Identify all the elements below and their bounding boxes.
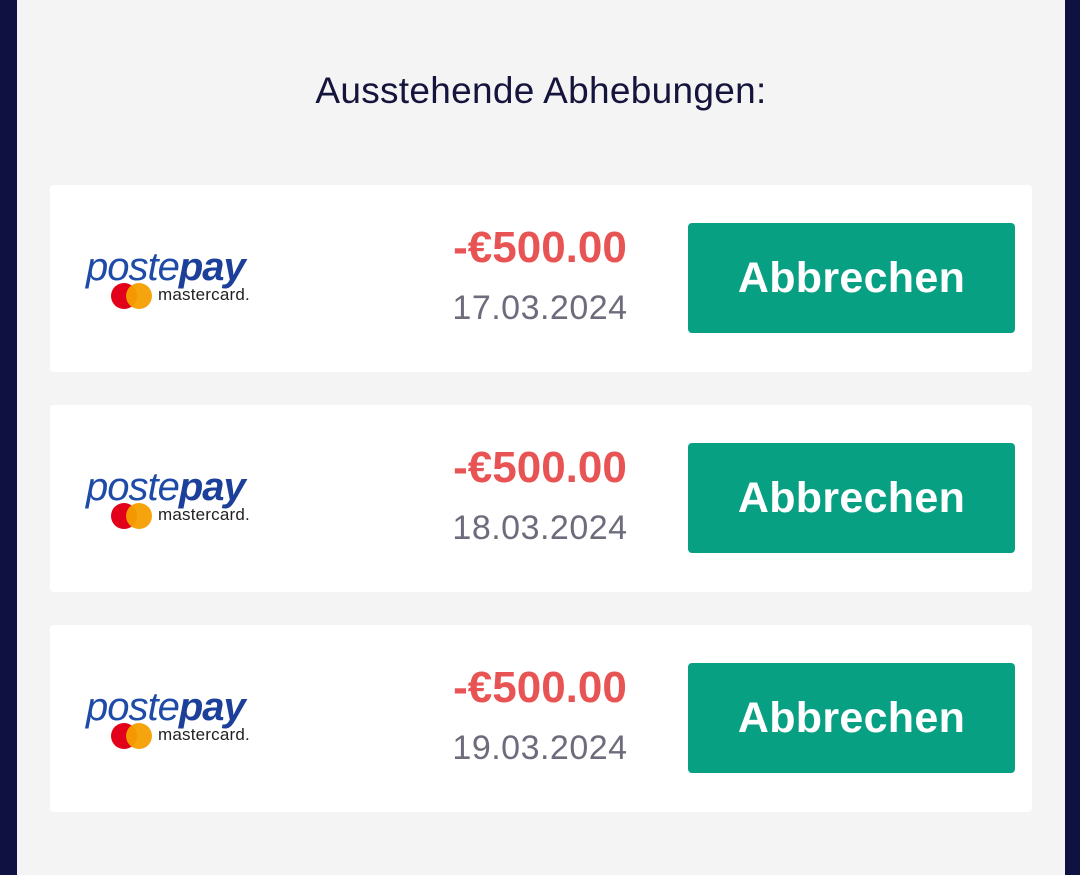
postepay-wordmark: postepay (86, 685, 246, 729)
withdrawal-amount: -€500.00 (453, 663, 627, 712)
mastercard-circles-icon (111, 283, 153, 309)
page-title: Ausstehende Abhebungen: (315, 70, 767, 111)
mastercard-circles-icon (111, 503, 153, 529)
postepay-wordmark: postepay (86, 465, 246, 509)
postepay-mastercard-logo: postepay mastercard. (86, 465, 286, 535)
withdrawal-date: 17.03.2024 (452, 289, 628, 327)
withdrawal-date: 18.03.2024 (452, 509, 628, 547)
logo-word-pay: pay (178, 465, 246, 509)
cancel-button[interactable]: Abbrechen (688, 223, 1015, 333)
withdrawal-item: postepay mastercard. -€500.00 18.03.2024… (50, 405, 1032, 592)
withdrawal-amount: -€500.00 (453, 223, 627, 272)
withdrawal-amount: -€500.00 (453, 443, 627, 492)
cancel-button[interactable]: Abbrechen (688, 443, 1015, 553)
withdrawal-item: postepay mastercard. -€500.00 17.03.2024… (50, 185, 1032, 372)
logo-word-pay: pay (178, 245, 246, 289)
logo-word-pay: pay (178, 685, 246, 729)
withdrawals-panel: Ausstehende Abhebungen: postepay masterc… (17, 0, 1065, 875)
postepay-mastercard-logo: postepay mastercard. (86, 245, 286, 315)
mastercard-label: mastercard. (158, 725, 250, 744)
withdrawal-item: postepay mastercard. -€500.00 19.03.2024… (50, 625, 1032, 812)
postepay-wordmark: postepay (86, 245, 246, 289)
withdrawal-date: 19.03.2024 (452, 729, 628, 767)
mastercard-label: mastercard. (158, 505, 250, 524)
mastercard-label: mastercard. (158, 285, 250, 304)
cancel-button[interactable]: Abbrechen (688, 663, 1015, 773)
mastercard-circles-icon (111, 723, 153, 749)
withdrawal-list: postepay mastercard. -€500.00 17.03.2024… (50, 185, 1032, 845)
postepay-mastercard-logo: postepay mastercard. (86, 685, 286, 755)
